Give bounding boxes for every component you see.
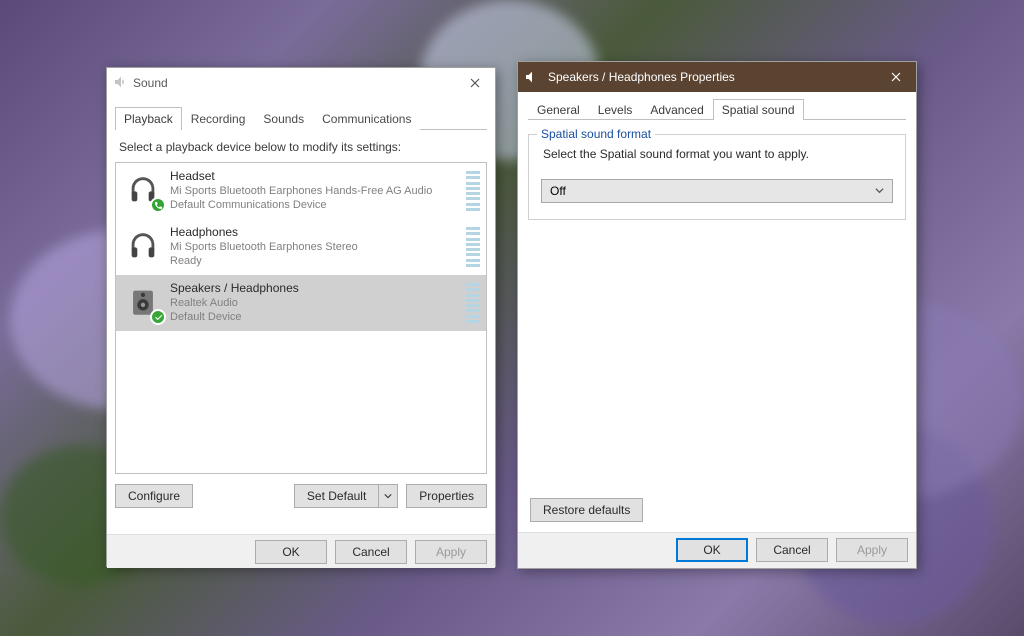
device-sub2: Default Communications Device xyxy=(170,198,466,212)
properties-titlebar[interactable]: Speakers / Headphones Properties xyxy=(518,62,916,92)
sound-icon xyxy=(113,74,129,93)
check-badge-icon xyxy=(150,309,166,325)
sound-title: Sound xyxy=(129,76,461,90)
device-item-headset[interactable]: Headset Mi Sports Bluetooth Earphones Ha… xyxy=(116,163,486,219)
restore-defaults-button[interactable]: Restore defaults xyxy=(530,498,643,522)
tab-general[interactable]: General xyxy=(528,99,589,120)
tab-recording[interactable]: Recording xyxy=(182,107,255,130)
set-default-split[interactable]: Set Default xyxy=(294,484,398,508)
apply-button[interactable]: Apply xyxy=(415,540,487,564)
tab-sounds[interactable]: Sounds xyxy=(254,107,313,130)
device-name: Headset xyxy=(170,169,466,183)
level-meter xyxy=(466,281,480,325)
phone-badge-icon xyxy=(150,197,166,213)
headphones-icon xyxy=(122,225,164,267)
cancel-button[interactable]: Cancel xyxy=(756,538,828,562)
tab-playback[interactable]: Playback xyxy=(115,107,182,130)
sound-window: Sound Playback Recording Sounds Communic… xyxy=(106,67,496,567)
ok-button[interactable]: OK xyxy=(255,540,327,564)
device-list[interactable]: Headset Mi Sports Bluetooth Earphones Ha… xyxy=(115,162,487,474)
set-default-button[interactable]: Set Default xyxy=(294,484,378,508)
spatial-sound-group: Spatial sound format Select the Spatial … xyxy=(528,134,906,220)
close-icon[interactable] xyxy=(461,72,489,94)
device-sub2: Ready xyxy=(170,254,466,268)
properties-title: Speakers / Headphones Properties xyxy=(544,70,882,84)
device-name: Headphones xyxy=(170,225,466,239)
playback-instruction: Select a playback device below to modify… xyxy=(115,130,487,162)
chevron-down-icon[interactable] xyxy=(378,484,398,508)
device-item-speakers[interactable]: Speakers / Headphones Realtek Audio Defa… xyxy=(116,275,486,331)
device-name: Speakers / Headphones xyxy=(170,281,466,295)
properties-window: Speakers / Headphones Properties General… xyxy=(517,61,917,569)
tab-communications[interactable]: Communications xyxy=(313,107,420,130)
spatial-format-dropdown[interactable]: Off xyxy=(541,179,893,203)
tab-advanced[interactable]: Advanced xyxy=(641,99,712,120)
device-sub1: Mi Sports Bluetooth Earphones Stereo xyxy=(170,240,466,254)
tab-levels[interactable]: Levels xyxy=(589,99,642,120)
group-label: Spatial sound format xyxy=(537,127,655,141)
ok-button[interactable]: OK xyxy=(676,538,748,562)
device-sub1: Mi Sports Bluetooth Earphones Hands-Free… xyxy=(170,184,466,198)
group-text: Select the Spatial sound format you want… xyxy=(541,147,893,161)
headset-icon xyxy=(122,169,164,211)
device-sub1: Realtek Audio xyxy=(170,296,466,310)
chevron-down-icon xyxy=(875,184,884,198)
cancel-button[interactable]: Cancel xyxy=(335,540,407,564)
properties-button[interactable]: Properties xyxy=(406,484,487,508)
configure-button[interactable]: Configure xyxy=(115,484,193,508)
sound-footer: OK Cancel Apply xyxy=(107,534,495,568)
apply-button[interactable]: Apply xyxy=(836,538,908,562)
properties-footer: OK Cancel Apply xyxy=(518,532,916,566)
speaker-icon xyxy=(122,281,164,323)
sound-titlebar[interactable]: Sound xyxy=(107,68,495,98)
close-icon[interactable] xyxy=(882,66,910,88)
device-sub2: Default Device xyxy=(170,310,466,324)
speaker-small-icon xyxy=(524,69,540,85)
device-item-headphones[interactable]: Headphones Mi Sports Bluetooth Earphones… xyxy=(116,219,486,275)
sound-tabs: Playback Recording Sounds Communications xyxy=(115,106,487,130)
level-meter xyxy=(466,169,480,213)
level-meter xyxy=(466,225,480,269)
properties-tabs: General Levels Advanced Spatial sound xyxy=(528,98,906,120)
dropdown-value: Off xyxy=(550,184,566,198)
tab-spatial-sound[interactable]: Spatial sound xyxy=(713,99,804,120)
